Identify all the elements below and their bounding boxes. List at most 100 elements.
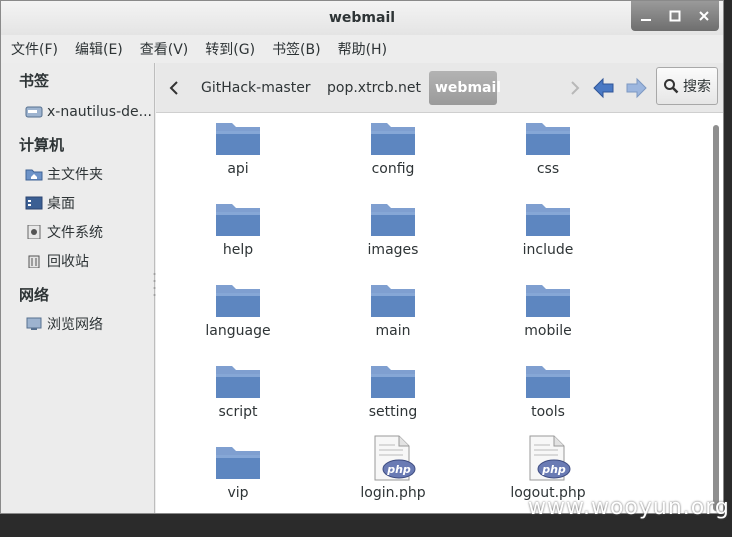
folder-item[interactable]: script <box>178 360 298 420</box>
maximize-icon <box>669 10 681 22</box>
folder-item[interactable]: api <box>178 117 298 177</box>
breadcrumb-githack[interactable]: GitHack-master <box>201 71 311 105</box>
folder-icon <box>371 366 415 398</box>
php-file-item[interactable]: php login.php <box>333 435 453 501</box>
file-name: language <box>205 323 271 339</box>
maximize-button[interactable] <box>665 6 685 26</box>
sidebar-item-home[interactable]: 主文件夹 <box>25 163 103 185</box>
folder-icon <box>526 366 570 398</box>
scrollbar-thumb[interactable] <box>713 125 719 511</box>
sidebar-item-label: 浏览网络 <box>47 317 103 333</box>
folder-icon <box>526 285 570 317</box>
menu-view[interactable]: 查看(V) <box>140 39 189 59</box>
file-name: script <box>218 404 258 420</box>
search-icon <box>664 79 679 94</box>
folder-icon <box>526 204 570 236</box>
titlebar[interactable]: webmail <box>1 1 723 35</box>
file-name: images <box>367 242 419 258</box>
desktop-icon <box>25 196 43 210</box>
network-icon <box>26 317 42 330</box>
window-controls <box>631 1 719 31</box>
folder-item[interactable]: setting <box>333 360 453 420</box>
file-name: login.php <box>360 485 426 501</box>
close-button[interactable] <box>694 6 714 26</box>
sidebar-item-trash[interactable]: 回收站 <box>25 250 89 272</box>
sidebar-item-filesystem[interactable]: 文件系统 <box>25 221 103 243</box>
folder-item[interactable]: mobile <box>488 279 608 339</box>
vertical-scrollbar[interactable] <box>710 113 723 513</box>
menu-go[interactable]: 转到(G) <box>205 39 255 59</box>
folder-item[interactable]: language <box>178 279 298 339</box>
sidebar-item-browse-network[interactable]: 浏览网络 <box>25 313 103 335</box>
folder-icon <box>216 123 260 155</box>
forward-arrow-icon[interactable] <box>624 76 648 100</box>
folder-icon <box>216 285 260 317</box>
file-name: mobile <box>524 323 572 339</box>
file-name: api <box>227 161 249 177</box>
minimize-icon <box>640 19 651 21</box>
back-arrow-icon[interactable] <box>592 76 616 100</box>
folder-item[interactable]: tools <box>488 360 608 420</box>
folder-icon <box>371 123 415 155</box>
folder-item[interactable]: images <box>333 198 453 258</box>
sidebar-item-label: x-nautilus-de... <box>47 104 152 120</box>
folder-icon <box>216 447 260 479</box>
filesystem-icon <box>27 225 41 239</box>
php-badge: php <box>386 463 411 476</box>
window-title: webmail <box>328 10 396 26</box>
sidebar-item-label: 文件系统 <box>47 225 103 241</box>
menu-bookmarks[interactable]: 书签(B) <box>272 39 321 59</box>
sidebar-item-label: 桌面 <box>47 196 75 212</box>
minimize-button[interactable] <box>636 6 656 26</box>
folder-icon <box>526 123 570 155</box>
file-name: include <box>522 242 574 258</box>
file-manager-window: webmail 文件(F) 编辑(E) 查看(V) 转到(G) 书签(B) 帮助… <box>0 0 724 514</box>
menubar: 文件(F) 编辑(E) 查看(V) 转到(G) 书签(B) 帮助(H) <box>1 35 723 63</box>
sidebar: 书签 x-nautilus-de... 计算机 主文件夹 桌面 文件系统 回收站… <box>1 63 155 513</box>
location-toolbar: GitHack-master pop.xtrcb.net webmail 搜索 <box>156 63 723 113</box>
menu-file[interactable]: 文件(F) <box>11 39 58 59</box>
menu-edit[interactable]: 编辑(E) <box>75 39 123 59</box>
file-name: config <box>371 161 415 177</box>
close-icon <box>699 11 710 21</box>
php-badge: php <box>541 463 566 476</box>
folder-item[interactable]: include <box>488 198 608 258</box>
folder-item[interactable]: main <box>333 279 453 339</box>
sidebar-header-network: 网络 <box>19 286 50 304</box>
breadcrumb-pop[interactable]: pop.xtrcb.net <box>327 71 421 105</box>
sidebar-header-bookmarks: 书签 <box>19 72 50 90</box>
breadcrumb-webmail[interactable]: webmail <box>429 71 501 105</box>
trash-icon <box>28 255 40 268</box>
menu-help[interactable]: 帮助(H) <box>338 39 387 59</box>
folder-icon <box>216 204 260 236</box>
sidebar-item-label: 回收站 <box>47 254 89 270</box>
home-folder-icon <box>25 169 43 181</box>
folder-item[interactable]: css <box>488 117 608 177</box>
folder-item[interactable]: vip <box>178 441 298 501</box>
sidebar-header-computer: 计算机 <box>19 136 65 154</box>
drive-icon <box>25 106 43 118</box>
folder-icon <box>216 366 260 398</box>
breadcrumb-scroll-right-icon[interactable] <box>562 76 586 100</box>
file-name: tools <box>531 404 565 420</box>
watermark-text: www.wooyun.org <box>528 495 730 520</box>
folder-icon <box>371 285 415 317</box>
file-name: setting <box>368 404 418 420</box>
file-view: api config css help images include langu… <box>156 113 710 513</box>
sidebar-item-nautilus[interactable]: x-nautilus-de... <box>25 101 152 123</box>
sidebar-item-label: 主文件夹 <box>47 167 103 183</box>
php-file-icon: php <box>374 435 416 481</box>
breadcrumb-scroll-left-icon[interactable] <box>163 76 187 100</box>
search-label: 搜索 <box>683 79 711 95</box>
folder-icon <box>371 204 415 236</box>
file-name: vip <box>227 485 249 501</box>
php-file-item[interactable]: php logout.php <box>488 435 608 501</box>
folder-item[interactable]: help <box>178 198 298 258</box>
file-name: help <box>222 242 254 258</box>
folder-item[interactable]: config <box>333 117 453 177</box>
file-name: css <box>536 161 560 177</box>
file-name: main <box>375 323 411 339</box>
sidebar-item-desktop[interactable]: 桌面 <box>25 192 75 214</box>
search-button[interactable]: 搜索 <box>656 67 718 105</box>
php-file-icon: php <box>529 435 571 481</box>
